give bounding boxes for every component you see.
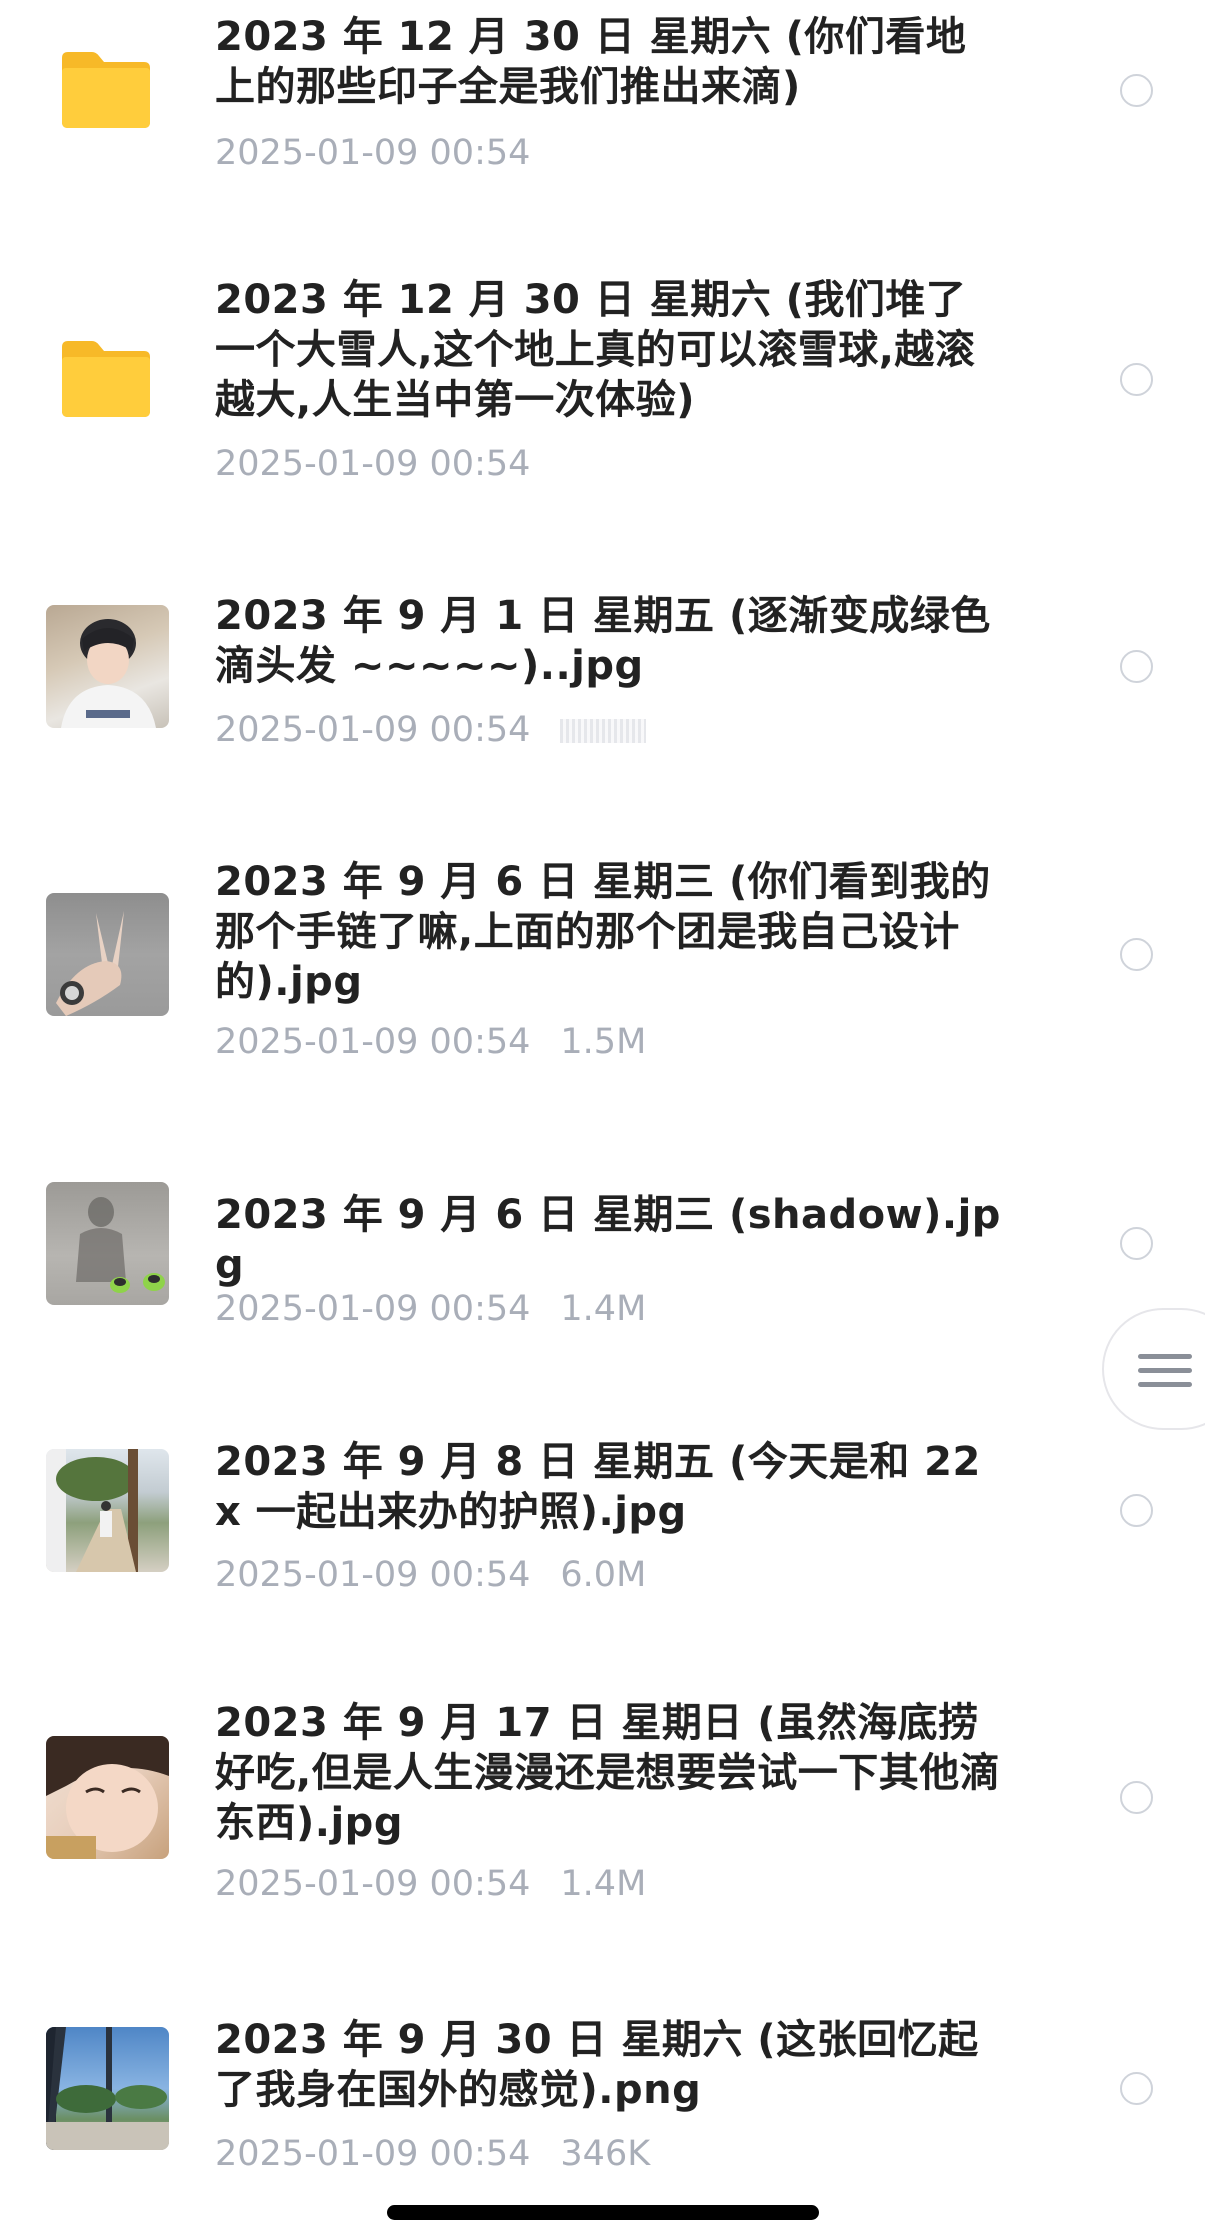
file-date: 2025-01-09 00:54 [215, 1022, 531, 1062]
list-item[interactable]: 2023 年 12 月 30 日 星期六 (我们堆了一个大雪人,这个地上真的可以… [0, 265, 1205, 495]
list-item[interactable]: 2023 年 9 月 30 日 星期六 (这张回忆起了我身在国外的感觉).png… [0, 2005, 1205, 2205]
photo-thumbnail-shadow [46, 1182, 169, 1305]
file-date: 2025-01-09 00:54 [215, 1289, 531, 1329]
select-radio[interactable] [1120, 1781, 1153, 1814]
file-meta: 2025-01-09 00:54 346K [215, 2132, 650, 2176]
file-size: 346K [560, 2134, 651, 2174]
file-size-placeholder [560, 719, 647, 743]
folder-icon [58, 48, 154, 130]
photo-thumbnail-hand-bracelet [46, 893, 169, 1016]
file-size: 1.4M [560, 1289, 647, 1329]
file-meta: 2025-01-09 00:54 1.5M [215, 1020, 646, 1064]
list-item[interactable]: 2023 年 9 月 6 日 星期三 (shadow).jpg 2025-01-… [0, 1160, 1205, 1360]
file-title: 2023 年 9 月 6 日 星期三 (你们看到我的那个手链了嘛,上面的那个团是… [215, 859, 991, 1005]
file-title: 2023 年 9 月 6 日 星期三 (shadow).jpg [215, 1192, 1001, 1288]
file-meta: 2025-01-09 00:54 [215, 708, 647, 752]
file-date: 2025-01-09 00:54 [215, 133, 531, 173]
photo-thumbnail-face [46, 1736, 169, 1859]
list-item[interactable]: 2023 年 12 月 30 日 星期六 (你们看地上的那些印子全是我们推出来滴… [0, 0, 1205, 190]
file-title: 2023 年 9 月 17 日 星期日 (虽然海底捞好吃,但是人生漫漫还是想要尝… [215, 1700, 1001, 1846]
file-title: 2023 年 9 月 1 日 星期五 (逐渐变成绿色滴头发 ~~~~~)..jp… [215, 593, 991, 689]
select-radio[interactable] [1120, 650, 1153, 683]
file-meta: 2025-01-09 00:54 6.0M [215, 1553, 646, 1597]
photo-thumbnail-selfie [46, 605, 169, 728]
file-meta: 2025-01-09 00:54 1.4M [215, 1287, 646, 1331]
file-date: 2025-01-09 00:54 [215, 444, 531, 484]
file-meta: 2025-01-09 00:54 [215, 442, 530, 486]
home-indicator[interactable] [387, 2205, 819, 2220]
file-date: 2025-01-09 00:54 [215, 2134, 531, 2174]
file-size: 6.0M [560, 1555, 647, 1595]
select-radio[interactable] [1120, 2072, 1153, 2105]
photo-thumbnail-window-view [46, 2027, 169, 2150]
select-radio[interactable] [1120, 1227, 1153, 1260]
photo-thumbnail-street [46, 1449, 169, 1572]
list-item[interactable]: 2023 年 9 月 1 日 星期五 (逐渐变成绿色滴头发 ~~~~~)..jp… [0, 585, 1205, 785]
file-title: 2023 年 9 月 8 日 星期五 (今天是和 22x 一起出来办的护照).j… [215, 1439, 981, 1535]
select-radio[interactable] [1120, 363, 1153, 396]
select-radio[interactable] [1120, 74, 1153, 107]
select-radio[interactable] [1120, 1494, 1153, 1527]
select-radio[interactable] [1120, 938, 1153, 971]
file-title: 2023 年 9 月 30 日 星期六 (这张回忆起了我身在国外的感觉).png [215, 2017, 979, 2113]
file-title: 2023 年 12 月 30 日 星期六 (你们看地上的那些印子全是我们推出来滴… [215, 14, 967, 110]
file-date: 2025-01-09 00:54 [215, 1864, 531, 1904]
list-item[interactable]: 2023 年 9 月 8 日 星期五 (今天是和 22x 一起出来办的护照).j… [0, 1425, 1205, 1625]
file-date: 2025-01-09 00:54 [215, 1555, 531, 1595]
list-item[interactable]: 2023 年 9 月 6 日 星期三 (你们看到我的那个手链了嘛,上面的那个团是… [0, 855, 1205, 1085]
file-title: 2023 年 12 月 30 日 星期六 (我们堆了一个大雪人,这个地上真的可以… [215, 277, 976, 423]
file-meta: 2025-01-09 00:54 [215, 131, 530, 175]
file-date: 2025-01-09 00:54 [215, 710, 531, 750]
file-meta: 2025-01-09 00:54 1.4M [215, 1862, 646, 1906]
folder-icon [58, 337, 154, 419]
file-size: 1.4M [560, 1864, 647, 1904]
list-item[interactable]: 2023 年 9 月 17 日 星期日 (虽然海底捞好吃,但是人生漫漫还是想要尝… [0, 1690, 1205, 1920]
file-size: 1.5M [560, 1022, 647, 1062]
